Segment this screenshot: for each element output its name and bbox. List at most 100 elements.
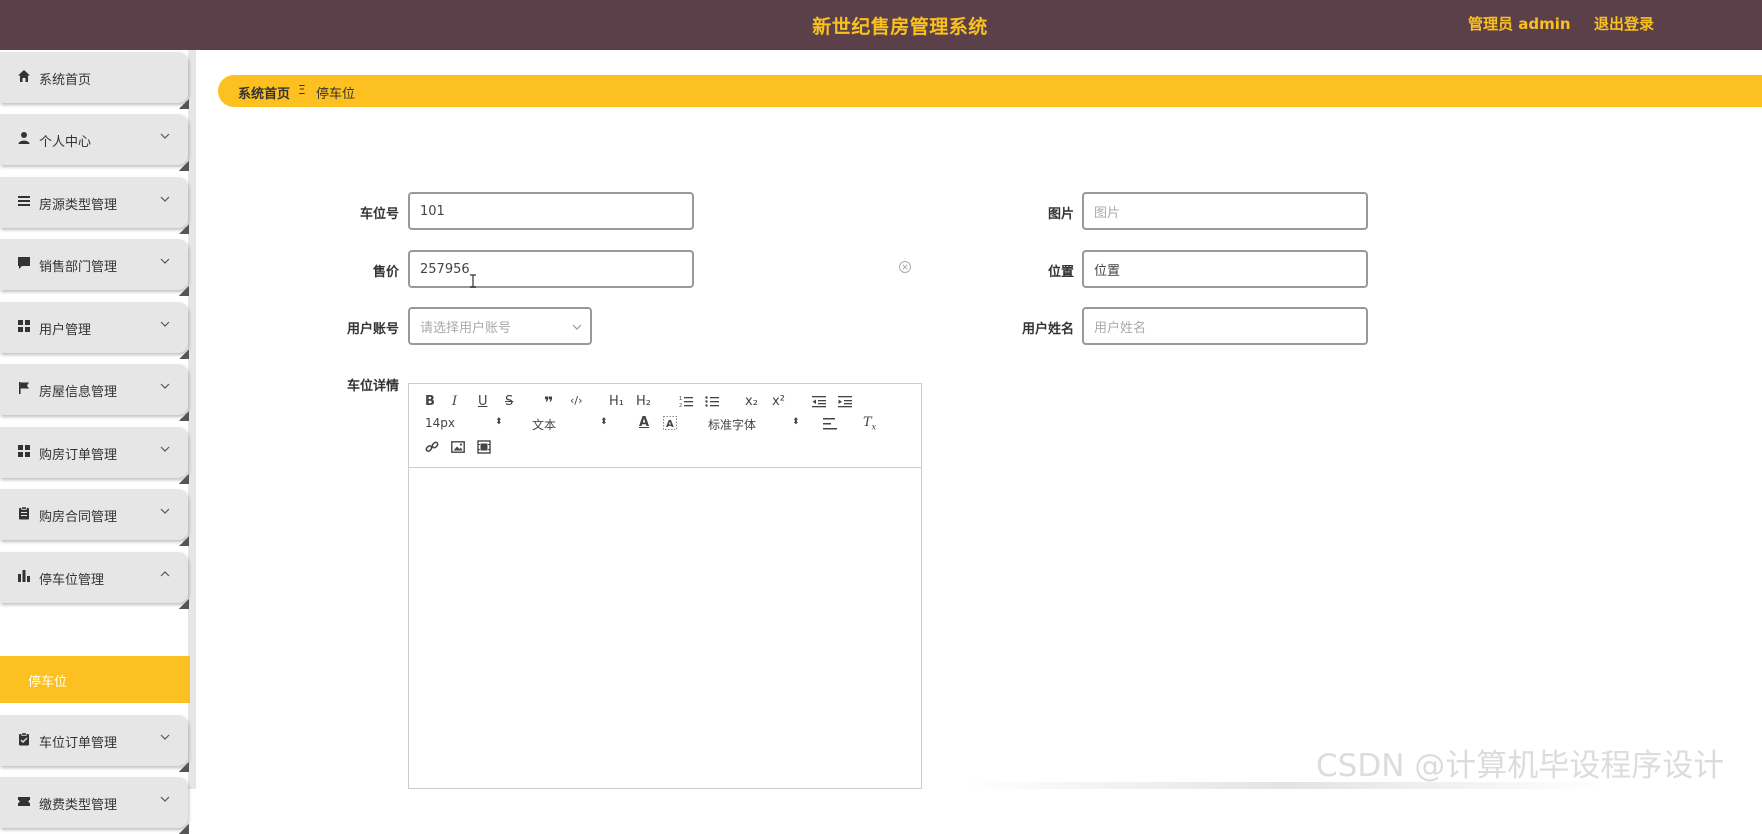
parking-no-label: 车位号 — [359, 207, 399, 222]
sidebar-item-parking-order[interactable]: 车位订单管理 — [0, 715, 189, 772]
user-name-input[interactable]: 用户姓名 — [1082, 307, 1368, 345]
sidebar-item-label: 购房订单管理 — [39, 448, 118, 463]
home-icon — [18, 70, 30, 82]
clear-format-icon[interactable]: Tx — [863, 415, 876, 432]
flag-icon — [19, 382, 29, 394]
bullet-list-icon[interactable] — [705, 395, 719, 408]
video-icon[interactable] — [477, 440, 491, 454]
sidebar-item-purchase-order[interactable]: 购房订单管理 — [0, 427, 189, 484]
chevron-down-icon — [160, 133, 170, 139]
ordered-list-icon[interactable]: 12 — [679, 395, 693, 408]
editor-content-area[interactable] — [409, 469, 921, 788]
watermark: CSDN @计算机毕设程序设计 — [1316, 748, 1725, 784]
italic-button[interactable]: I — [452, 394, 457, 409]
sidebar-item-label: 销售部门管理 — [39, 260, 118, 275]
sidebar-item-label: 停车位管理 — [39, 573, 105, 588]
superscript-button[interactable]: x² — [772, 394, 785, 409]
image-input[interactable]: 图片 — [1082, 192, 1368, 230]
grid-icon — [18, 320, 30, 332]
select-updown-icon: ⬍ — [792, 417, 800, 427]
chevron-down-icon — [160, 446, 170, 452]
select-updown-icon: ⬍ — [495, 417, 503, 427]
sidebar-item-label: 购房合同管理 — [39, 510, 118, 525]
chevron-down-icon — [160, 321, 170, 327]
sidebar-item-parking-mgmt[interactable]: 停车位管理 — [0, 552, 189, 609]
sidebar-item-user-mgmt[interactable]: 用户管理 — [0, 302, 189, 359]
sidebar: 系统首页 个人中心 房源类型管理 销售部门管理 用户管理 房屋信息管理 购房订单… — [0, 50, 196, 834]
chevron-down-icon — [160, 508, 170, 514]
text-color-icon[interactable]: A — [639, 415, 649, 430]
logout-button[interactable]: 退出登录 — [1594, 13, 1654, 34]
sidebar-subitem-label: 停车位 — [28, 675, 68, 690]
sidebar-item-sales-dept[interactable]: 销售部门管理 — [0, 239, 189, 296]
breadcrumb: 系统首页 Ξ 停车位 — [218, 75, 1762, 107]
user-name-label: 用户姓名 — [1021, 322, 1074, 337]
indent-icon[interactable] — [838, 395, 852, 408]
breadcrumb-current: 停车位 — [316, 87, 356, 102]
sidebar-item-label: 车位订单管理 — [39, 736, 118, 751]
chevron-down-icon — [572, 324, 582, 330]
sidebar-item-label: 系统首页 — [39, 73, 92, 88]
subscript-button[interactable]: x₂ — [745, 394, 758, 409]
sidebar-item-house-info[interactable]: 房屋信息管理 — [0, 364, 189, 421]
top-bar: 新世纪售房管理系统 管理员 admin 退出登录 — [0, 0, 1762, 50]
chevron-down-icon — [160, 734, 170, 740]
svg-text:A: A — [666, 419, 674, 430]
chevron-up-icon — [160, 571, 170, 577]
font-size-value: 14px — [425, 416, 455, 430]
svg-text:2: 2 — [679, 403, 682, 408]
h2-button[interactable]: H₂ — [636, 394, 651, 409]
svg-text:1: 1 — [679, 396, 682, 402]
text-cursor-icon — [470, 274, 476, 288]
font-size-select[interactable]: 14px ⬍ — [425, 416, 505, 430]
select-updown-icon: ⬍ — [600, 417, 608, 427]
background-color-icon[interactable]: A — [663, 416, 677, 430]
parking-no-input[interactable]: 101 — [408, 192, 694, 230]
price-label: 售价 — [372, 265, 399, 280]
sidebar-item-label: 缴费类型管理 — [39, 798, 118, 813]
sidebar-item-label: 用户管理 — [39, 323, 92, 338]
outdent-icon[interactable] — [812, 395, 826, 408]
image-icon[interactable] — [451, 440, 465, 454]
font-family-select[interactable]: 标准字体 ⬍ — [708, 416, 800, 433]
blockquote-button[interactable]: ❞ — [544, 393, 553, 412]
sidebar-item-personal-center[interactable]: 个人中心 — [0, 114, 189, 171]
location-label: 位置 — [1047, 265, 1074, 280]
sidebar-item-fee-type[interactable]: 缴费类型管理 — [0, 777, 189, 834]
ticket-icon — [18, 797, 30, 806]
font-family-value: 标准字体 — [708, 418, 757, 432]
sidebar-item-label: 房源类型管理 — [39, 198, 118, 213]
link-icon[interactable] — [425, 440, 439, 454]
bar-chart-icon — [18, 570, 30, 582]
code-button[interactable]: ‹/› — [570, 394, 583, 407]
grid-icon — [18, 445, 30, 457]
person-icon — [18, 132, 30, 144]
list-icon — [18, 196, 30, 206]
header-select-value: 文本 — [532, 418, 557, 432]
user-account-select[interactable]: 请选择用户账号 — [408, 307, 592, 345]
price-input[interactable]: 257956 — [408, 250, 694, 288]
strike-button[interactable]: S — [505, 394, 513, 409]
chat-icon — [18, 257, 30, 269]
underline-button[interactable]: U — [478, 394, 488, 409]
align-icon[interactable] — [823, 418, 837, 430]
clear-icon[interactable] — [898, 260, 912, 274]
location-input[interactable]: 位置 — [1082, 250, 1368, 288]
sidebar-subitem-parking-space[interactable]: 停车位 — [0, 656, 190, 703]
clipboard-check-icon — [19, 732, 29, 746]
h1-button[interactable]: H₁ — [609, 394, 624, 409]
bold-button[interactable]: B — [425, 394, 435, 409]
sidebar-item-property-type[interactable]: 房源类型管理 — [0, 177, 189, 234]
sidebar-item-home[interactable]: 系统首页 — [0, 52, 189, 109]
admin-user-label[interactable]: 管理员 admin — [1468, 13, 1571, 34]
rich-text-editor: B I U S ❞ ‹/› H₁ H₂ 12 x₂ x² 14px ⬍ 文本 ⬍… — [408, 383, 922, 789]
details-label: 车位详情 — [346, 379, 399, 394]
chevron-down-icon — [160, 796, 170, 802]
breadcrumb-home-link[interactable]: 系统首页 — [238, 83, 290, 102]
sidebar-item-purchase-contract[interactable]: 购房合同管理 — [0, 489, 189, 546]
image-label: 图片 — [1047, 207, 1074, 222]
header-select[interactable]: 文本 ⬍ — [532, 416, 612, 433]
price-value: 257956 — [420, 261, 470, 277]
editor-toolbar: B I U S ❞ ‹/› H₁ H₂ 12 x₂ x² 14px ⬍ 文本 ⬍… — [409, 384, 921, 468]
chevron-down-icon — [160, 258, 170, 264]
